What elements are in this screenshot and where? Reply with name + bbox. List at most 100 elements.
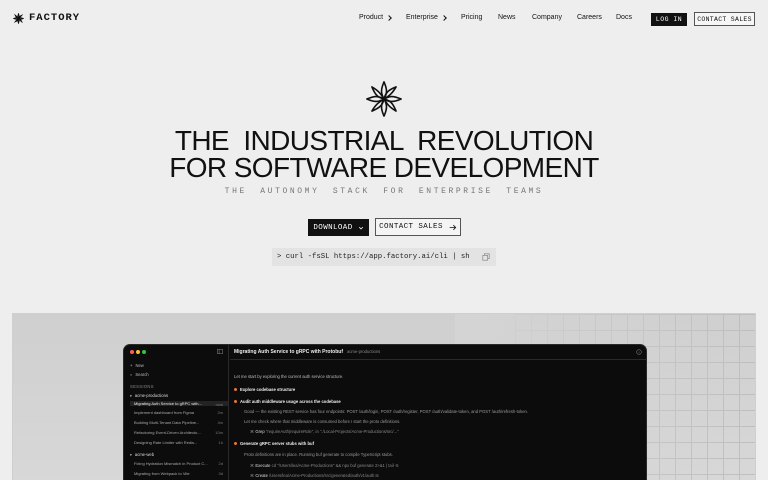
session-title-bar: Migrating Auth Service to gRPC with Prot…	[234, 349, 380, 355]
install-command-text: > curl -fsSL https://app.factory.ai/cli …	[277, 253, 470, 261]
brand-logo[interactable]: FACTORY	[13, 12, 80, 24]
session-time: now	[215, 402, 223, 407]
search-label: Search	[135, 372, 149, 377]
nav-careers-label: Careers	[577, 14, 602, 21]
agent-message: Good — the existing REST service has fou…	[244, 409, 529, 414]
install-command-box[interactable]: > curl -fsSL https://app.factory.ai/cli …	[272, 248, 496, 266]
tool-name: Create	[255, 473, 268, 478]
tool-call[interactable]: ⌘ Grep "requireAuth|requireRole", in "./…	[250, 429, 399, 434]
top-nav: FACTORY Product Enterprise Pricing News …	[0, 0, 768, 38]
session-repo-tag: acme-productions	[346, 349, 381, 354]
agent-message: Proto definitions are in place. Running …	[244, 452, 393, 457]
sessions-header: SESSIONS	[130, 384, 154, 389]
nav-product-label: Product	[359, 14, 384, 21]
search-icon: ⌕	[130, 372, 133, 377]
nav-careers[interactable]: Careers	[577, 14, 602, 21]
search-sessions-button[interactable]: ⌕ Search	[130, 372, 149, 377]
login-button-label: LOG IN	[655, 16, 683, 23]
contact-sales-nav-label: CONTACT SALES	[697, 15, 752, 23]
app-sidebar: + New ⌕ Search SESSIONS ▾ acme-productio…	[124, 345, 229, 480]
task-step-label: Audit auth middleware usage across the c…	[240, 399, 341, 404]
download-button[interactable]: DOWNLOAD	[308, 219, 369, 236]
step-bullet-icon	[234, 442, 237, 446]
session-time: 4m	[217, 420, 223, 425]
agent-message: Let me check where that middleware is co…	[244, 419, 401, 424]
product-showcase: + New ⌕ Search SESSIONS ▾ acme-productio…	[12, 313, 756, 480]
nav-product[interactable]: Product	[359, 14, 392, 21]
info-icon[interactable]	[636, 349, 642, 355]
session-item[interactable]: Building Multi-Tenant Data Pipeline...	[134, 420, 226, 425]
chevron-down-icon: ▾	[130, 452, 132, 457]
headline-line-1: THE INDUSTRIAL REVOLUTION	[174, 125, 594, 156]
session-time: 2d	[218, 461, 223, 466]
session-group-acme-web[interactable]: ▾ acme-web	[130, 452, 154, 457]
contact-sales-nav-button[interactable]: CONTACT SALES	[694, 12, 755, 26]
task-step: Generate gRPC server stubs with buf	[234, 441, 314, 446]
task-step-label: Generate gRPC server stubs with buf	[240, 441, 314, 446]
task-step: Audit auth middleware usage across the c…	[234, 399, 341, 404]
nav-docs-label: Docs	[616, 14, 632, 21]
session-item[interactable]: Refactoring Event-Driven Architectu...	[134, 430, 226, 435]
session-heading: Migrating Auth Service to gRPC with Prot…	[234, 349, 343, 355]
download-button-label: DOWNLOAD	[313, 223, 353, 232]
nav-enterprise-label: Enterprise	[406, 14, 438, 21]
session-title: Building Multi-Tenant Data Pipeline...	[134, 420, 200, 425]
nav-company[interactable]: Company	[532, 14, 562, 21]
new-session-button[interactable]: + New	[130, 363, 144, 368]
session-item[interactable]: Fixing Hydration Mismatch in Product C..…	[134, 461, 226, 466]
nav-news[interactable]: News	[498, 14, 516, 21]
tool-name: Execute	[255, 463, 271, 468]
nav-docs[interactable]: Docs	[616, 14, 632, 21]
tool-call[interactable]: ⌘ Execute cd "/Users/lea/Acme-Production…	[250, 463, 399, 468]
session-title: Implement dashboard from Figma	[134, 410, 195, 415]
session-item[interactable]: Migrating from Webpack to Vite	[134, 471, 226, 476]
plus-icon: +	[130, 363, 133, 368]
chevron-right-icon	[441, 14, 447, 21]
session-title: Migrating from Webpack to Vite	[134, 471, 190, 476]
session-title: Refactoring Event-Driven Architectu...	[134, 430, 201, 435]
tool-call[interactable]: ⌘ Create /Users/lea/Acme-Productions/src…	[250, 473, 379, 478]
brand-name: FACTORY	[29, 12, 81, 24]
session-time: 3d	[218, 471, 223, 476]
group-name: acme-productions	[134, 393, 169, 398]
nav-pricing[interactable]: Pricing	[461, 14, 482, 21]
hero-subheadline: THE AUTONOMY STACK FOR ENTERPRISE TEAMS	[224, 187, 544, 196]
session-group-acme-productions[interactable]: ▾ acme-productions	[130, 393, 168, 398]
nav-pricing-label: Pricing	[461, 14, 483, 21]
session-time: 2m	[217, 410, 223, 415]
factory-logo-icon	[13, 12, 24, 24]
session-item[interactable]: Designing Rate Limiter with Redis...	[134, 440, 226, 445]
session-title: Fixing Hydration Mismatch in Product C..…	[134, 461, 208, 466]
nav-news-label: News	[498, 14, 516, 21]
session-title: Migrating Auth Service to gRPC with...	[134, 401, 202, 406]
factory-mark-icon	[366, 81, 402, 117]
step-bullet-icon	[234, 388, 237, 392]
login-button[interactable]: LOG IN	[651, 13, 687, 26]
chevron-down-icon	[358, 226, 363, 229]
agent-message: Let me start by exploring the current au…	[234, 374, 344, 379]
tool-args: "requireAuth|requireRole", in "./Local-P…	[265, 429, 399, 434]
contact-sales-hero-button[interactable]: CONTACT SALES	[375, 218, 461, 236]
session-item[interactable]: Migrating Auth Service to gRPC with...	[130, 401, 228, 406]
nav-enterprise[interactable]: Enterprise	[406, 14, 447, 21]
session-time: 10m	[215, 430, 223, 435]
nav-company-label: Company	[532, 14, 562, 21]
contact-sales-hero-label: CONTACT SALES	[379, 223, 443, 231]
hero-headline: THE INDUSTRIAL REVOLUTION FOR SOFTWARE D…	[0, 125, 768, 182]
session-item[interactable]: Implement dashboard from Figma	[134, 410, 226, 415]
sidebar-toggle-icon[interactable]	[217, 349, 223, 354]
arrow-right-icon	[449, 224, 457, 230]
copy-icon[interactable]	[482, 253, 490, 261]
app-window: + New ⌕ Search SESSIONS ▾ acme-productio…	[123, 344, 647, 480]
session-time: 1h	[218, 440, 223, 445]
title-divider	[230, 359, 646, 360]
step-bullet-icon	[234, 400, 237, 404]
session-title: Designing Rate Limiter with Redis...	[134, 440, 198, 445]
tool-name: Grep	[255, 429, 265, 434]
task-step-label: Explore codebase structure	[240, 387, 296, 392]
session-main-pane: Migrating Auth Service to gRPC with Prot…	[230, 345, 646, 480]
group-name: acme-web	[134, 452, 155, 457]
chevron-down-icon: ▾	[130, 393, 132, 398]
tool-args: cd "/Users/lea/Acme-Productions" && npx …	[271, 463, 399, 468]
chevron-right-icon	[386, 14, 392, 21]
